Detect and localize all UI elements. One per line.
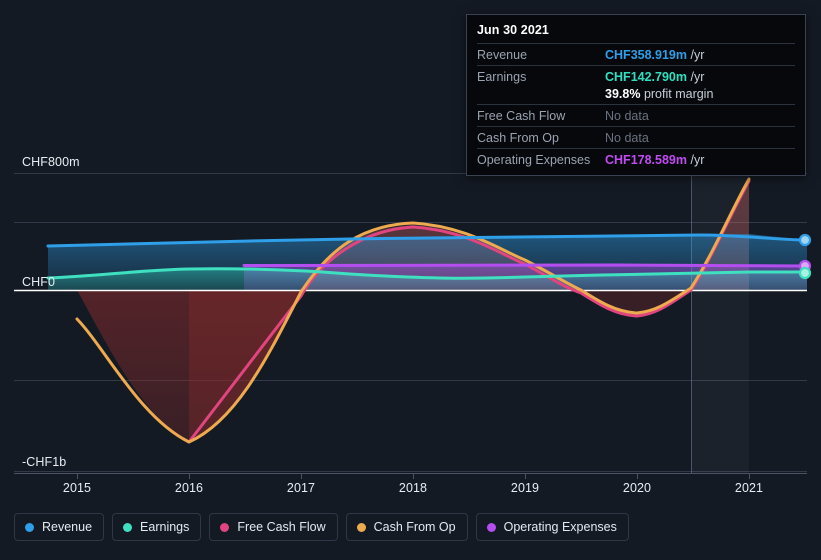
tooltip-amount-revenue: CHF358.919m <box>605 48 687 62</box>
tooltip-key-revenue: Revenue <box>477 48 528 62</box>
tooltip-value-profit-margin: 39.8% profit margin <box>605 87 795 101</box>
legend-label-operating-expenses: Operating Expenses <box>503 520 617 534</box>
x-axis-label-2015: 2015 <box>62 481 92 495</box>
x-axis-label-2020: 2020 <box>622 481 652 495</box>
tooltip-value-earnings: CHF142.790m /yr <box>605 70 795 84</box>
y-axis-label-1: CHF0 <box>22 275 56 289</box>
tooltip-value-revenue: CHF358.919m /yr <box>605 48 795 62</box>
tooltip-key-earnings: Earnings <box>477 70 527 84</box>
series-line-operating-expenses <box>242 263 807 268</box>
tooltip-key-free-cash-flow: Free Cash Flow <box>477 109 566 123</box>
tooltip-row-free-cash-flow: Free Cash Flow No data <box>477 104 795 126</box>
tooltip-amount-profit-margin: 39.8% <box>605 87 641 101</box>
tooltip-row-revenue: Revenue CHF358.919m /yr <box>477 43 795 65</box>
x-axis-label-2017: 2017 <box>286 481 316 495</box>
tooltip-amount-earnings: CHF142.790m <box>605 70 687 84</box>
tooltip-unit-operating-expenses: /yr <box>690 153 705 167</box>
legend-item-operating-expenses[interactable]: Operating Expenses <box>475 513 629 541</box>
tooltip-unit-profit-margin: profit margin <box>643 87 714 101</box>
legend-dot-earnings <box>123 522 133 532</box>
chart-tooltip: Jun 30 2021 Revenue CHF358.919m /yr Earn… <box>466 14 806 176</box>
legend-dot-revenue <box>25 522 34 532</box>
x-axis-label-2019: 2019 <box>510 481 540 495</box>
x-axis-label-2018: 2018 <box>398 481 428 495</box>
legend-item-cash-from-op[interactable]: Cash From Op <box>345 513 468 541</box>
tooltip-date: Jun 30 2021 <box>477 23 549 37</box>
legend-dot-operating-expenses <box>486 522 496 532</box>
legend-dot-free-cash-flow <box>220 522 230 532</box>
tooltip-value-free-cash-flow: No data <box>605 109 649 123</box>
legend-item-earnings[interactable]: Earnings <box>112 513 202 541</box>
chart-page: CHF800m CHF0 -CHF1b 2015 2016 2017 2018 … <box>0 0 821 560</box>
legend-item-free-cash-flow[interactable]: Free Cash Flow <box>209 513 338 541</box>
x-axis-label-2021: 2021 <box>734 481 764 495</box>
endpoint-earnings <box>798 266 812 280</box>
tooltip-row-profit-margin: 39.8% profit margin <box>477 87 795 104</box>
x-axis-label-2016: 2016 <box>174 481 204 495</box>
tooltip-unit-earnings: /yr <box>690 70 705 84</box>
legend-label-earnings: Earnings <box>140 520 190 534</box>
tooltip-row-earnings: Earnings CHF142.790m /yr <box>477 65 795 87</box>
y-axis-label-2: -CHF1b <box>22 455 67 469</box>
legend-label-cash-from-op: Cash From Op <box>373 520 456 534</box>
tooltip-key-operating-expenses: Operating Expenses <box>477 153 591 167</box>
tooltip-row-cash-from-op: Cash From Op No data <box>477 126 795 148</box>
y-axis-label-0: CHF800m <box>22 155 80 169</box>
legend-label-free-cash-flow: Free Cash Flow <box>237 520 326 534</box>
tooltip-row-operating-expenses: Operating Expenses CHF178.589m /yr <box>477 148 795 170</box>
legend-item-revenue[interactable]: Revenue <box>14 513 105 541</box>
legend-dot-cash-from-op <box>356 522 366 532</box>
tooltip-amount-operating-expenses: CHF178.589m <box>605 153 687 167</box>
tooltip-unit-revenue: /yr <box>690 48 705 62</box>
chart-legend: Revenue Earnings Free Cash Flow Cash Fro… <box>14 513 629 541</box>
endpoint-revenue <box>798 233 812 247</box>
legend-label-revenue: Revenue <box>42 520 93 534</box>
tooltip-value-cash-from-op: No data <box>605 131 649 145</box>
tooltip-value-operating-expenses: CHF178.589m /yr <box>605 153 795 167</box>
tooltip-key-cash-from-op: Cash From Op <box>477 131 559 145</box>
